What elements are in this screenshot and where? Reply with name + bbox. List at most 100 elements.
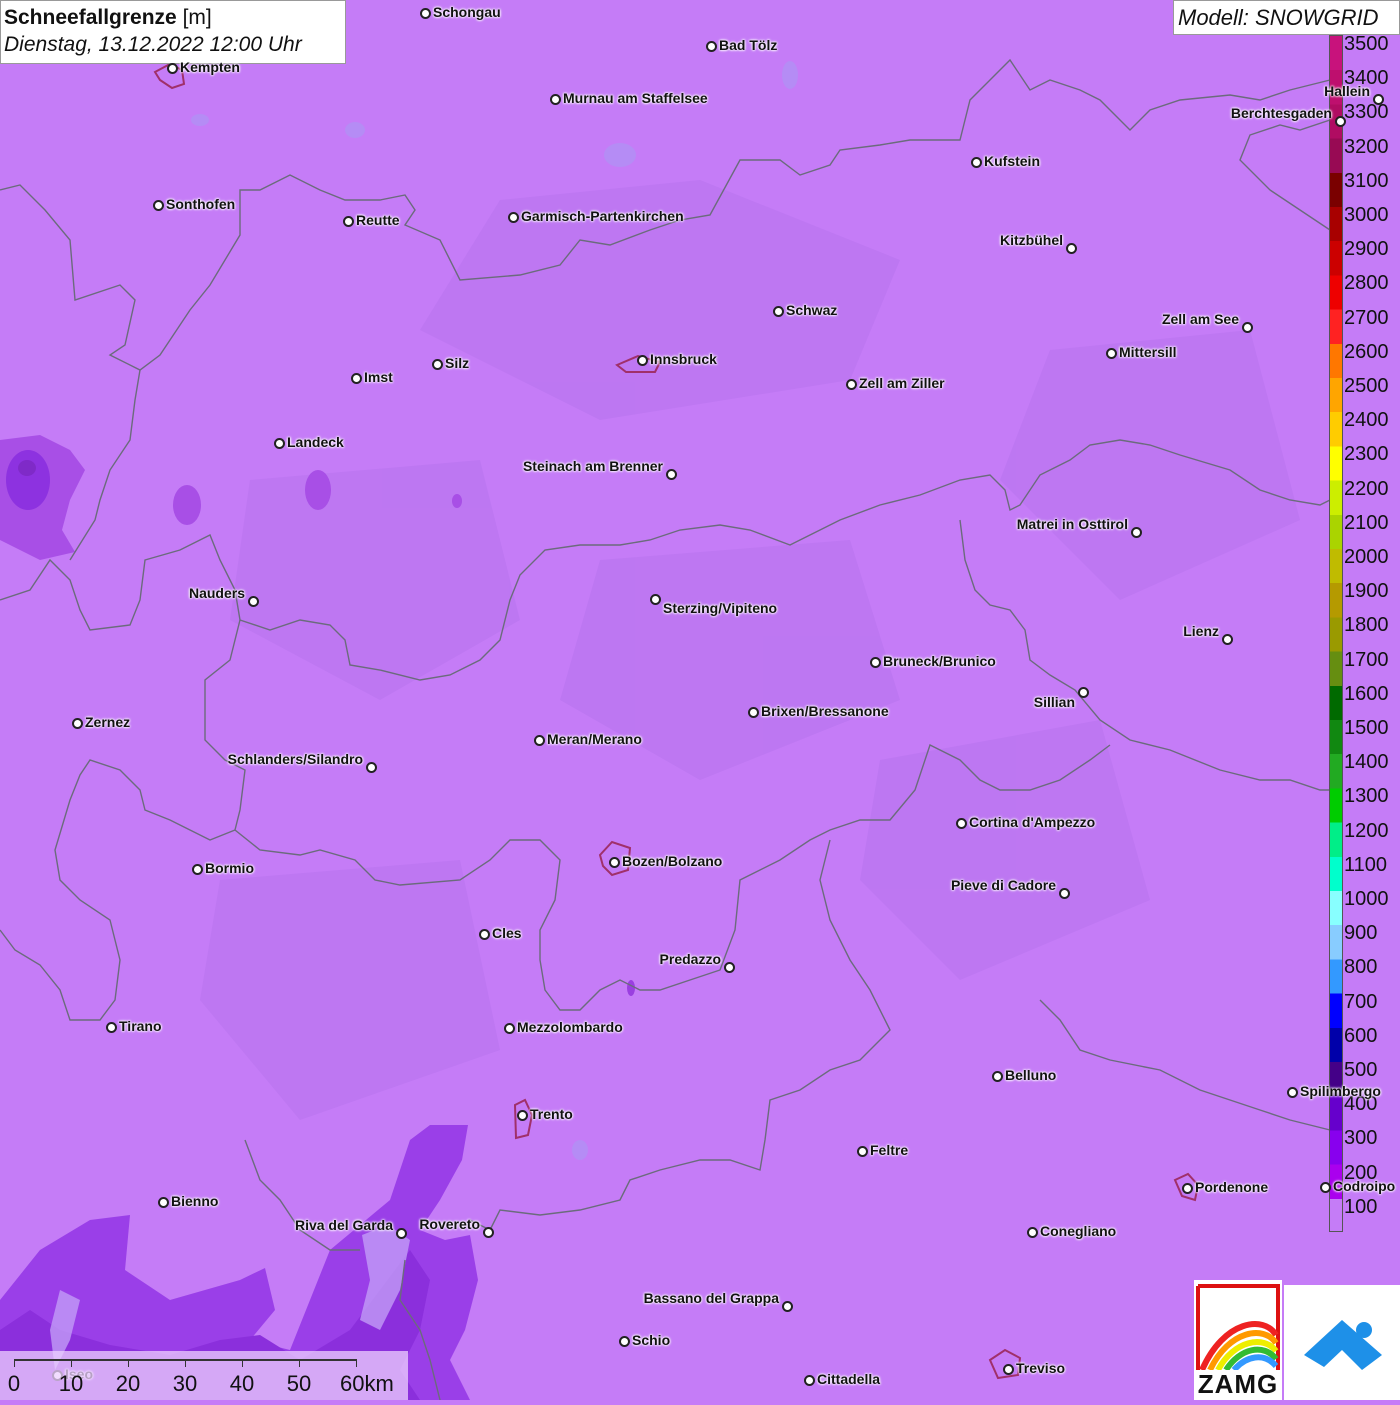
city-marker[interactable] [167,63,178,74]
city-marker[interactable] [483,1227,494,1238]
city-label: Brixen/Bressanone [761,703,889,719]
city-marker[interactable] [857,1146,868,1157]
city-marker[interactable] [773,306,784,317]
city-label: Treviso [1016,1360,1066,1376]
city-marker[interactable] [724,962,735,973]
map-title: Schneefallgrenze [m] [4,5,345,31]
city-marker[interactable] [396,1228,407,1239]
city-marker[interactable] [1027,1227,1038,1238]
city-label: Spilimbergo [1300,1083,1381,1099]
city-label: Kufstein [984,153,1040,169]
city-marker[interactable] [1287,1087,1298,1098]
city-marker[interactable] [1182,1183,1193,1194]
city-marker[interactable] [1242,322,1253,333]
city-marker[interactable] [192,864,203,875]
map-title-box: Schneefallgrenze [m] Dienstag, 13.12.202… [0,0,346,64]
city-marker[interactable] [1106,348,1117,359]
city-label: Schio [632,1332,671,1348]
city-marker[interactable] [420,8,431,19]
city-label: Reutte [356,212,400,228]
zamg-rainbow-icon [1196,1284,1280,1373]
city-marker[interactable] [1078,687,1089,698]
city-marker[interactable] [804,1375,815,1386]
city-label: Landeck [287,434,344,450]
city-marker[interactable] [351,373,362,384]
city-marker[interactable] [1066,243,1077,254]
city-marker[interactable] [153,200,164,211]
city-marker[interactable] [432,359,443,370]
scale-bar: 0 10 20 30 40 50 60km [0,1351,408,1400]
city-label: Feltre [870,1142,909,1158]
city-marker[interactable] [637,355,648,366]
city-marker[interactable] [619,1336,630,1347]
city-label: Bienno [171,1193,219,1209]
city-label: Rovereto [419,1216,480,1232]
city-label: Sterzing/Vipiteno [663,600,778,616]
legend-label: 300 [1344,1127,1378,1150]
city-label: Cittadella [817,1371,881,1387]
legend-label: 2700 [1344,306,1389,329]
city-label: Sillian [1033,694,1075,710]
map-title-unit: [m] [182,6,212,29]
legend-label: 800 [1344,956,1378,979]
city-label: Schlanders/Silandro [227,751,363,767]
city-marker[interactable] [106,1022,117,1033]
city-label: Hallein [1324,83,1370,99]
city-marker[interactable] [782,1301,793,1312]
legend-label: 2200 [1344,477,1389,500]
legend-label: 1200 [1344,819,1389,842]
city-marker[interactable] [517,1110,528,1121]
city-marker[interactable] [609,857,620,868]
city-marker[interactable] [971,157,982,168]
city-label: Mezzolombardo [517,1019,623,1035]
city-marker[interactable] [992,1071,1003,1082]
legend-label: 3100 [1344,169,1389,192]
city-marker[interactable] [1222,634,1233,645]
city-marker[interactable] [366,762,377,773]
city-label: Garmisch-Partenkirchen [521,208,684,224]
scale-tick [242,1359,243,1367]
city-marker[interactable] [72,718,83,729]
city-marker[interactable] [666,469,677,480]
city-marker[interactable] [748,707,759,718]
city-marker[interactable] [550,94,561,105]
city-label: Mittersill [1119,344,1177,360]
city-marker[interactable] [1003,1364,1014,1375]
city-marker[interactable] [343,216,354,227]
zamg-logo: ZAMG [1194,1280,1282,1400]
city-marker[interactable] [956,818,967,829]
city-marker[interactable] [706,41,717,52]
legend-label: 2300 [1344,443,1389,466]
city-label: Meran/Merano [547,731,642,747]
city-marker[interactable] [158,1197,169,1208]
scale-label: 60km [340,1371,394,1396]
city-label: Codroipo [1333,1178,1396,1194]
city-label: Schongau [433,4,501,20]
city-marker[interactable] [274,438,285,449]
city-label: Bormio [205,860,254,876]
city-marker[interactable] [870,657,881,668]
city-label: Zernez [85,714,131,730]
scale-tick [128,1359,129,1367]
city-marker[interactable] [1335,116,1346,127]
city-label: Silz [445,355,470,371]
city-marker[interactable] [479,929,490,940]
city-marker[interactable] [534,735,545,746]
geosphere-icon [1304,1320,1382,1370]
city-marker[interactable] [1059,888,1070,899]
city-marker[interactable] [248,596,259,607]
city-marker[interactable] [508,212,519,223]
legend-label: 700 [1344,990,1378,1013]
legend-label: 2100 [1344,511,1389,534]
city-marker[interactable] [846,379,857,390]
scale-tick [356,1359,357,1367]
city-label: Pordenone [1195,1179,1269,1195]
scale-tick [14,1359,15,1367]
city-marker[interactable] [650,594,661,605]
city-marker[interactable] [1131,527,1142,538]
city-marker[interactable] [1373,94,1384,105]
city-label: Zell am See [1161,311,1239,327]
city-marker[interactable] [504,1023,515,1034]
city-marker[interactable] [1320,1182,1331,1193]
map-datetime: Dienstag, 13.12.2022 12:00 Uhr [4,33,302,56]
